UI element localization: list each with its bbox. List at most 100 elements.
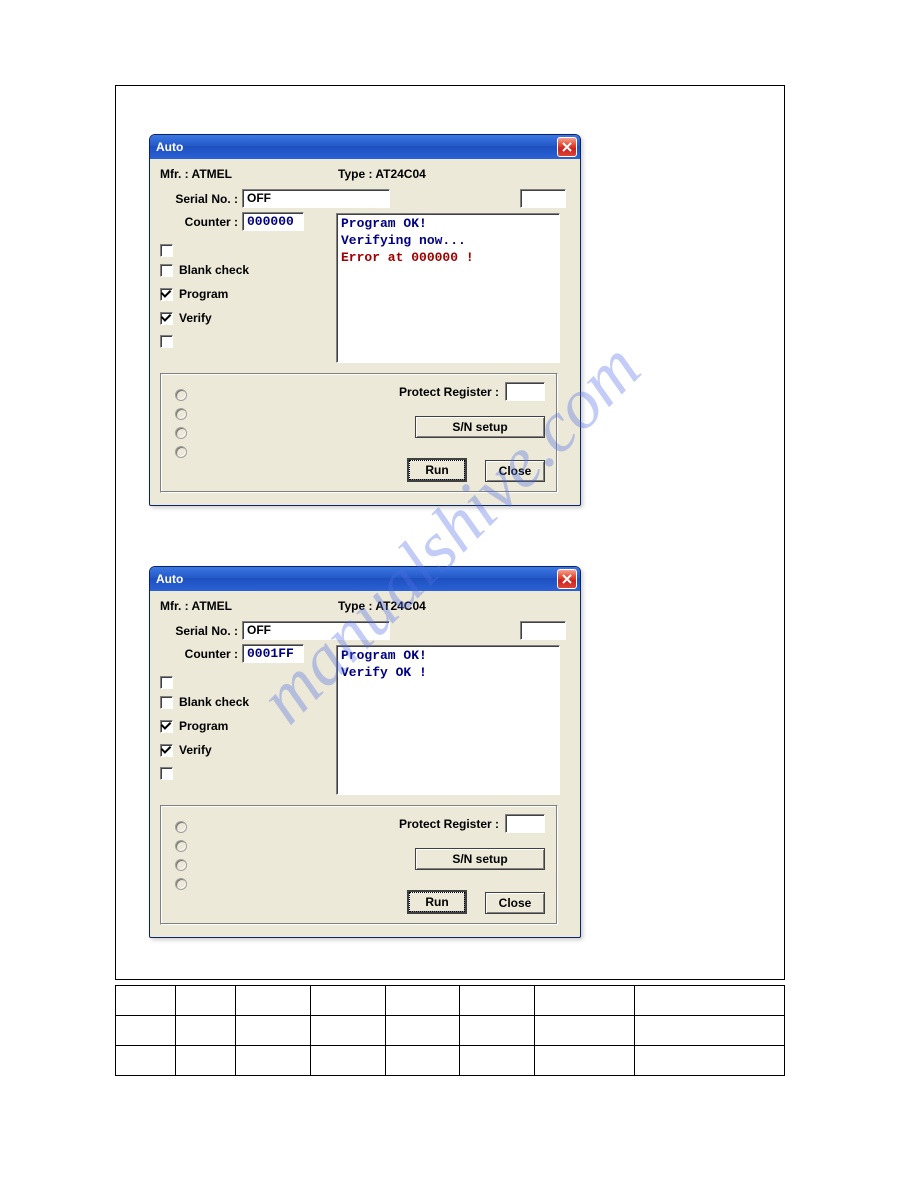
- sn-setup-button[interactable]: S/N setup: [415, 416, 545, 438]
- protect-register-value: [505, 814, 545, 833]
- table-row: [116, 1016, 785, 1046]
- info-row: Mfr. : ATMEL Type : AT24C04: [158, 165, 572, 187]
- type-label: Type : AT24C04: [338, 167, 426, 181]
- table-cell: [635, 986, 785, 1016]
- table-cell: [235, 1046, 310, 1076]
- table-cell: [116, 986, 176, 1016]
- blank-check-checkbox[interactable]: [160, 264, 173, 277]
- radio-option-4[interactable]: [175, 878, 187, 890]
- table-cell: [310, 986, 385, 1016]
- log-line-error: Error at 000000 !: [341, 250, 555, 267]
- close-button[interactable]: Close: [485, 892, 545, 914]
- program-label: Program: [179, 287, 228, 301]
- radio-column: [175, 382, 187, 465]
- protect-register-row: Protect Register :: [399, 382, 545, 401]
- table-cell: [460, 986, 535, 1016]
- checkbox-unnamed-1[interactable]: [160, 244, 173, 257]
- radio-option-3[interactable]: [175, 859, 187, 871]
- checkbox-row-verify: Verify: [160, 311, 249, 325]
- blank-check-checkbox[interactable]: [160, 696, 173, 709]
- table-cell: [175, 986, 235, 1016]
- mfr-label: Mfr. : ATMEL: [160, 167, 338, 181]
- program-checkbox[interactable]: [160, 720, 173, 733]
- checkbox-row-5: [160, 767, 249, 780]
- table-cell: [635, 1016, 785, 1046]
- table-cell: [635, 1046, 785, 1076]
- close-icon[interactable]: [557, 137, 577, 157]
- radio-option-1[interactable]: [175, 821, 187, 833]
- dialog-title: Auto: [156, 572, 557, 586]
- auto-dialog-2: Auto Mfr. : ATMEL Type : AT24C04 Serial …: [149, 566, 581, 938]
- serial-value: OFF: [242, 621, 390, 640]
- document-frame: manualshive.com Auto Mfr. : ATMEL Type :…: [115, 85, 785, 980]
- counter-value: 0001FF: [242, 644, 304, 663]
- radio-option-3[interactable]: [175, 427, 187, 439]
- table-cell: [116, 1016, 176, 1046]
- table-row: [116, 1046, 785, 1076]
- empty-grid-table: [115, 985, 785, 1076]
- verify-checkbox[interactable]: [160, 312, 173, 325]
- close-button[interactable]: Close: [485, 460, 545, 482]
- titlebar: Auto: [150, 567, 580, 591]
- dialog-title: Auto: [156, 140, 557, 154]
- log-output: Program OK! Verifying now... Error at 00…: [336, 213, 560, 363]
- protect-register-label: Protect Register :: [399, 817, 499, 831]
- table-cell: [235, 986, 310, 1016]
- radio-option-1[interactable]: [175, 389, 187, 401]
- counter-label: Counter :: [158, 215, 242, 229]
- info-row: Mfr. : ATMEL Type : AT24C04: [158, 597, 572, 619]
- lower-group: Protect Register : S/N setup Run Close: [160, 805, 558, 925]
- table-cell: [385, 1016, 460, 1046]
- type-label: Type : AT24C04: [338, 599, 426, 613]
- checkbox-row-blank: Blank check: [160, 695, 249, 709]
- table-cell: [235, 1016, 310, 1046]
- table-cell: [535, 1016, 635, 1046]
- auto-dialog-1: Auto Mfr. : ATMEL Type : AT24C04 Serial …: [149, 134, 581, 506]
- close-icon[interactable]: [557, 569, 577, 589]
- log-line: Verify OK !: [341, 665, 555, 682]
- blank-check-label: Blank check: [179, 263, 249, 277]
- table-cell: [460, 1016, 535, 1046]
- table-row: [116, 986, 785, 1016]
- serial-extra: [520, 189, 566, 208]
- protect-register-row: Protect Register :: [399, 814, 545, 833]
- blank-check-label: Blank check: [179, 695, 249, 709]
- checkbox-row-blank: Blank check: [160, 263, 249, 277]
- verify-checkbox[interactable]: [160, 744, 173, 757]
- log-line: Program OK!: [341, 216, 555, 233]
- table-cell: [535, 1046, 635, 1076]
- serial-label: Serial No. :: [158, 624, 242, 638]
- checkbox-unnamed-2[interactable]: [160, 335, 173, 348]
- serial-extra: [520, 621, 566, 640]
- log-line: Program OK!: [341, 648, 555, 665]
- sn-setup-button[interactable]: S/N setup: [415, 848, 545, 870]
- program-label: Program: [179, 719, 228, 733]
- run-button[interactable]: Run: [407, 890, 467, 914]
- radio-option-2[interactable]: [175, 408, 187, 420]
- checkbox-row-5: [160, 335, 249, 348]
- counter-label: Counter :: [158, 647, 242, 661]
- table-cell: [535, 986, 635, 1016]
- serial-label: Serial No. :: [158, 192, 242, 206]
- serial-value: OFF: [242, 189, 390, 208]
- serial-row: Serial No. : OFF: [158, 189, 572, 208]
- run-button[interactable]: Run: [407, 458, 467, 482]
- log-line: Verifying now...: [341, 233, 555, 250]
- table-cell: [385, 1046, 460, 1076]
- radio-option-4[interactable]: [175, 446, 187, 458]
- radio-option-2[interactable]: [175, 840, 187, 852]
- table-cell: [175, 1016, 235, 1046]
- verify-label: Verify: [179, 311, 212, 325]
- lower-group: Protect Register : S/N setup Run Close: [160, 373, 558, 493]
- log-output: Program OK! Verify OK !: [336, 645, 560, 795]
- checkbox-row-verify: Verify: [160, 743, 249, 757]
- program-checkbox[interactable]: [160, 288, 173, 301]
- checkbox-row-program: Program: [160, 719, 249, 733]
- radio-column: [175, 814, 187, 897]
- checkbox-unnamed-1[interactable]: [160, 676, 173, 689]
- mfr-label: Mfr. : ATMEL: [160, 599, 338, 613]
- checkbox-column: Blank check Program Verify: [160, 673, 249, 786]
- counter-value: 000000: [242, 212, 304, 231]
- dialog-body: Mfr. : ATMEL Type : AT24C04 Serial No. :…: [150, 159, 580, 505]
- checkbox-unnamed-2[interactable]: [160, 767, 173, 780]
